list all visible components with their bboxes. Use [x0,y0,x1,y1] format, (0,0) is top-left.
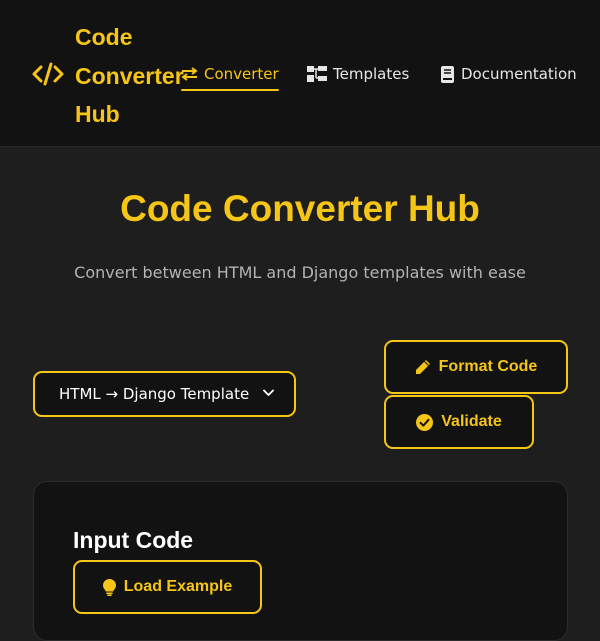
nav-documentation[interactable]: Documentation [440,62,577,86]
nav-documentation-label: Documentation [461,65,577,83]
format-code-label: Format Code [438,358,538,375]
book-icon [441,65,454,83]
app-logo-text: Code Converter Hub [75,24,184,127]
nav-converter[interactable]: Converter [181,62,279,91]
code-brackets-icon [32,62,64,86]
validate-label: Validate [441,413,502,430]
page-subtitle: Convert between HTML and Django template… [74,263,526,282]
format-code-button[interactable]: Format Code [384,340,568,394]
nav-templates-label: Templates [333,65,410,83]
page-title: Code Converter Hub [120,188,480,229]
pencil-icon [415,360,430,374]
chevron-down-icon [263,389,274,396]
input-code-title: Input Code [73,527,194,553]
swap-arrows-icon [181,67,198,81]
check-circle-icon [416,413,434,431]
lightbulb-icon [102,578,116,596]
app-header: Code Converter Hub Converter Templates D… [0,0,600,147]
nav-converter-label: Converter [204,65,279,83]
load-example-label: Load Example [123,578,233,595]
sitemap-icon [307,66,327,82]
nav-templates[interactable]: Templates [307,62,409,86]
conversion-type-select[interactable]: HTML → Django Template [33,371,296,417]
validate-button[interactable]: Validate [384,395,534,449]
load-example-button[interactable]: Load Example [73,560,262,614]
conversion-type-value: HTML → Django Template [59,385,250,403]
